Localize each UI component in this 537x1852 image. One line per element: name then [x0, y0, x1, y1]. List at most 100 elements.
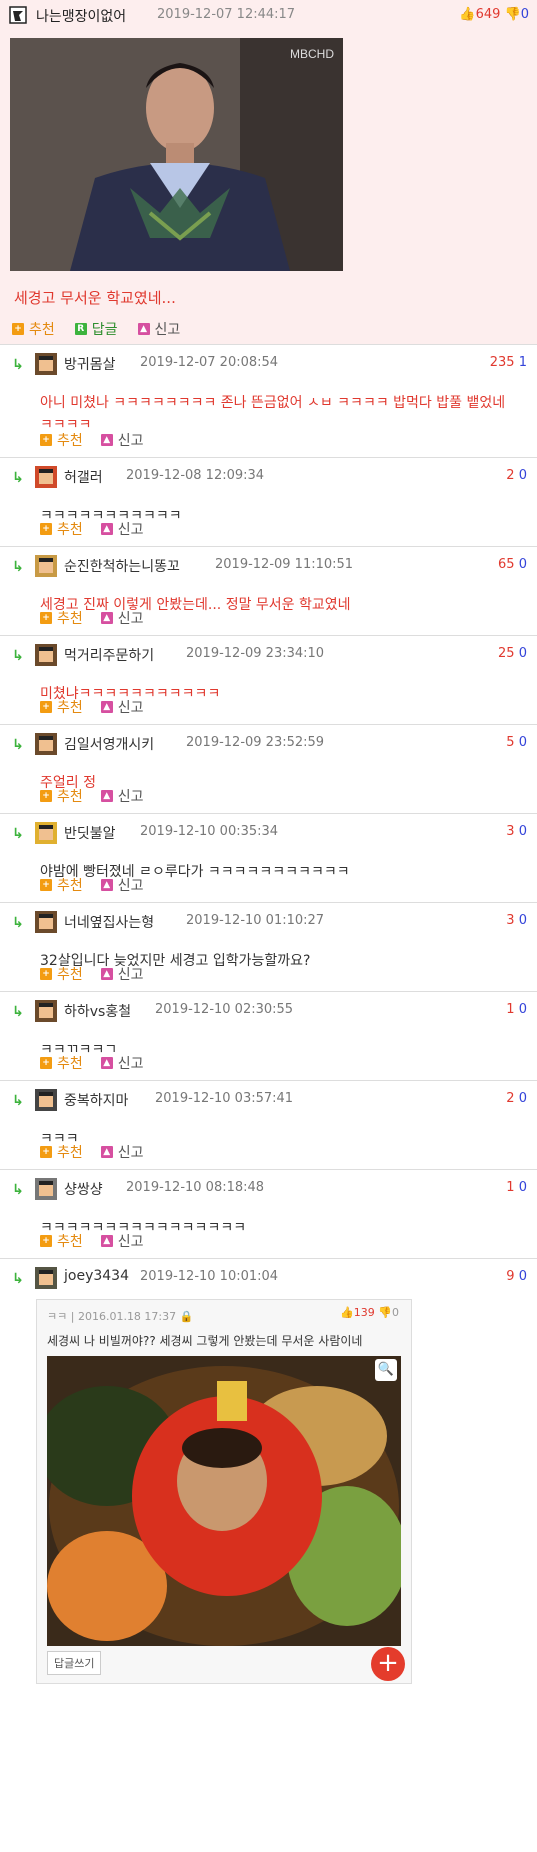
reply-button[interactable]: R 답글: [74, 319, 118, 339]
reply-arrow-icon: ↳: [12, 357, 24, 373]
recommend-button[interactable]: + 추천: [40, 786, 83, 806]
comment-item: ↳ 너네옆집사는형 2019-12-10 01:10:27 3 0 32살입니다 늦었지…: [0, 902, 537, 991]
comment-down-count[interactable]: 0: [519, 824, 527, 839]
report-button[interactable]: ▲ 신고: [100, 1231, 144, 1251]
reply-arrow-icon: ↳: [12, 1182, 24, 1198]
post-title: 세경고 무서운 학교였네...: [14, 289, 176, 307]
comment-down-count[interactable]: 0: [519, 557, 527, 572]
recommend-button[interactable]: + 추천: [40, 964, 83, 984]
plus-icon: +: [40, 879, 52, 891]
report-icon: ▲: [100, 701, 113, 713]
comment-date: 2019-12-10 10:01:04: [140, 1269, 279, 1284]
comment-item: ↳ 허갤러 2019-12-08 12:09:34 2 0 ㅋㅋㅋㅋㅋㅋㅋㅋㅋㅋㅋ + 추천…: [0, 457, 537, 546]
comment-down-count[interactable]: 1: [519, 355, 527, 370]
post-image-overlay: MBCHD: [290, 47, 334, 61]
comment-down-count[interactable]: 0: [519, 1269, 527, 1284]
comment-author[interactable]: 먹거리주문하기: [64, 645, 154, 665]
comment-down-count[interactable]: 0: [519, 913, 527, 928]
comment-actions: + 추천 ▲ 신고: [40, 964, 162, 984]
user-avatar-icon: [9, 6, 27, 24]
comment-date: 2019-12-09 23:52:59: [186, 735, 325, 750]
add-button[interactable]: +: [371, 1647, 405, 1681]
report-button[interactable]: ▲ 신고: [100, 519, 144, 539]
comment-author[interactable]: joey3434: [64, 1268, 129, 1284]
comment-down-count[interactable]: 0: [519, 1091, 527, 1106]
comment-author[interactable]: 하하vs홍철: [64, 1001, 131, 1021]
post-votes: 👍649 👎0: [459, 7, 529, 22]
comment-actions: + 추천 ▲ 신고: [40, 608, 162, 628]
comment-author[interactable]: 허갤러: [64, 467, 103, 487]
report-button[interactable]: ▲ 신고: [100, 697, 144, 717]
thumbs-up-icon[interactable]: 👍: [459, 7, 475, 22]
commenter-avatar-icon: [35, 1178, 57, 1200]
comment-votes: 235 1: [490, 355, 527, 370]
report-button[interactable]: ▲ 신고: [100, 1053, 144, 1073]
comment-date: 2019-12-08 12:09:34: [126, 468, 265, 483]
report-button[interactable]: ▲ 신고: [100, 430, 144, 450]
comment-up-count[interactable]: 235: [490, 355, 515, 370]
comment-author[interactable]: 반딧불알: [64, 823, 116, 843]
comment-date: 2019-12-10 01:10:27: [186, 913, 325, 928]
comment-up-count[interactable]: 3: [506, 824, 514, 839]
plus-icon: +: [40, 968, 52, 980]
comment-author[interactable]: 순진한척하는니똥꼬: [64, 556, 180, 576]
plus-icon: +: [40, 701, 52, 713]
comment-up-count[interactable]: 25: [498, 646, 515, 661]
comment-up-count[interactable]: 9: [506, 1269, 514, 1284]
report-button[interactable]: ▲ 신고: [137, 319, 180, 339]
quoted-post-card[interactable]: ㅋㅋ | 2016.01.18 17:37 🔒 👍139 👎0 세경씨 나 비빌꺼야…: [36, 1299, 412, 1684]
plus-icon: +: [40, 1235, 52, 1247]
commenter-avatar-icon: [35, 353, 57, 375]
comment-item: ↳ joey3434 2019-12-10 10:01:04 9 0 ㅋㅋ | 2016…: [0, 1258, 537, 1750]
comment-item: ↳ 샹쌍샹 2019-12-10 08:18:48 1 0 ㅋㅋㅋㅋㅋㅋㅋㅋㅋㅋㅋㅋㅋㅋ…: [0, 1169, 537, 1258]
recommend-button[interactable]: + 추천: [40, 697, 83, 717]
comment-down-count[interactable]: 0: [519, 468, 527, 483]
comment-actions: + 추천 ▲ 신고: [40, 875, 162, 895]
comment-up-count[interactable]: 65: [498, 557, 515, 572]
comment-author[interactable]: 너네옆집사는형: [64, 912, 154, 932]
comment-down-count[interactable]: 0: [519, 1180, 527, 1195]
post-author[interactable]: 나는맹장이없어: [36, 6, 126, 26]
report-button[interactable]: ▲ 신고: [100, 875, 144, 895]
recommend-button[interactable]: + 추천: [12, 319, 55, 339]
comment-down-count[interactable]: 0: [519, 646, 527, 661]
recommend-button[interactable]: + 추천: [40, 1142, 83, 1162]
comment-up-count[interactable]: 3: [506, 913, 514, 928]
report-icon: ▲: [137, 323, 150, 335]
recommend-button[interactable]: + 추천: [40, 430, 83, 450]
plus-icon: +: [40, 434, 52, 446]
write-reply-button[interactable]: 답글쓰기: [47, 1651, 102, 1675]
comment-down-count[interactable]: 0: [519, 1002, 527, 1017]
comment-down-count[interactable]: 0: [519, 735, 527, 750]
comment-item: ↳ 김일서영개시키 2019-12-09 23:52:59 5 0 주얼리 정 + 추천 ▲ 신…: [0, 724, 537, 813]
thumbs-down-icon[interactable]: 👎: [505, 7, 521, 22]
reply-icon: R: [74, 323, 87, 335]
comment-actions: + 추천 ▲ 신고: [40, 1231, 162, 1251]
commenter-avatar-icon: [35, 1089, 57, 1111]
comment-up-count[interactable]: 2: [506, 1091, 514, 1106]
report-button[interactable]: ▲ 신고: [100, 964, 144, 984]
comment-author[interactable]: 샹쌍샹: [64, 1179, 103, 1199]
comment-up-count[interactable]: 1: [506, 1002, 514, 1017]
comment-up-count[interactable]: 2: [506, 468, 514, 483]
recommend-button[interactable]: + 추천: [40, 608, 83, 628]
recommend-button[interactable]: + 추천: [40, 1231, 83, 1251]
magnifier-icon[interactable]: 🔍: [375, 1359, 397, 1381]
comment-list: ↳ 방귀몸살 2019-12-07 20:08:54 235 1 아니 미쳤나 ㅋㅋㅋㅋ…: [0, 344, 537, 1750]
comment-up-count[interactable]: 1: [506, 1180, 514, 1195]
comment-up-count[interactable]: 5: [506, 735, 514, 750]
comment-item: ↳ 방귀몸살 2019-12-07 20:08:54 235 1 아니 미쳤나 ㅋㅋㅋㅋ…: [0, 344, 537, 457]
report-button[interactable]: ▲ 신고: [100, 1142, 144, 1162]
comment-votes: 3 0: [506, 824, 527, 839]
comment-author[interactable]: 김일서영개시키: [64, 734, 154, 754]
report-button[interactable]: ▲ 신고: [100, 608, 144, 628]
recommend-button[interactable]: + 추천: [40, 1053, 83, 1073]
plus-icon: +: [40, 790, 52, 802]
commenter-avatar-icon: [35, 555, 57, 577]
comment-author[interactable]: 중복하지마: [64, 1090, 128, 1110]
recommend-button[interactable]: + 추천: [40, 875, 83, 895]
report-button[interactable]: ▲ 신고: [100, 786, 144, 806]
comment-item: ↳ 중복하지마 2019-12-10 03:57:41 2 0 ㅋㅋㅋ + 추천 ▲ 신고: [0, 1080, 537, 1169]
comment-author[interactable]: 방귀몸살: [64, 354, 116, 374]
recommend-button[interactable]: + 추천: [40, 519, 83, 539]
